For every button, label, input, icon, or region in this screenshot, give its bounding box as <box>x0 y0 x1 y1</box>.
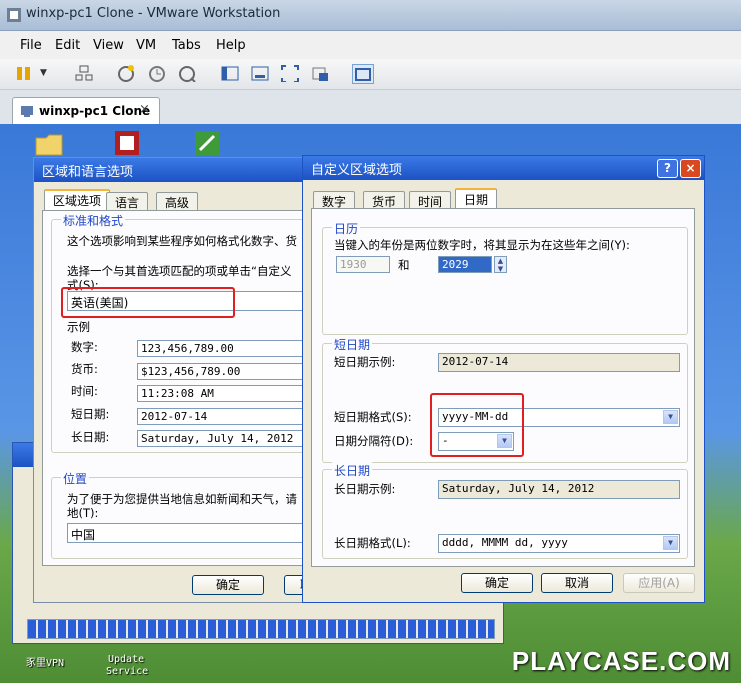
date-separator-label: 日期分隔符(D): <box>334 434 414 448</box>
regional-ok-button[interactable]: 确定 <box>192 575 264 595</box>
tab-label: winxp-pc1 Clone <box>39 104 151 118</box>
desktop-icon-label-vpn: 豕里VPN <box>26 658 65 669</box>
standards-prompt-1: 选择一个与其首选项匹配的项或单击“自定义 <box>67 264 292 278</box>
short-date-sample: 2012-07-14 <box>438 353 680 372</box>
regional-options-dialog: 区域和语言选项 区域选项 语言 高级 标准和格式 这个选项影响到某些程序如何格式… <box>33 157 335 603</box>
regional-dialog-title: 区域和语言选项 <box>42 165 134 180</box>
toolbar: ▼ <box>0 59 741 90</box>
menu-vm[interactable]: VM <box>136 38 156 53</box>
customize-dialog-title: 自定义区域选项 <box>311 163 403 178</box>
standards-desc: 这个选项影响到某些程序如何格式化数字、货 <box>67 234 297 248</box>
customize-options-dialog: 自定义区域选项 ? × 数字 货币 时间 日期 日历 当键入的年份是两位数字时，… <box>302 155 705 603</box>
tab-close-icon[interactable]: × <box>139 102 150 117</box>
customize-dialog-titlebar: 自定义区域选项 ? × <box>303 156 704 180</box>
menu-edit[interactable]: Edit <box>55 38 80 53</box>
calendar-and-label: 和 <box>398 258 410 272</box>
console-view-icon[interactable] <box>250 64 270 82</box>
sample-time-label: 时间: <box>71 384 98 398</box>
chevron-down-icon[interactable]: ▼ <box>663 410 678 424</box>
close-icon[interactable]: × <box>680 159 701 178</box>
location-desc-1: 为了便于为您提供当地信息如新闻和天气，请 <box>67 492 297 506</box>
vmware-logo-icon <box>7 8 21 22</box>
location-desc-2: 地(T): <box>67 506 99 520</box>
window-titlebar: winxp-pc1 Clone - VMware Workstation <box>0 0 741 31</box>
regional-panel: 标准和格式 这个选项影响到某些程序如何格式化数字、货 选择一个与其首选项匹配的项… <box>42 210 334 566</box>
tab-time[interactable]: 时间 <box>409 191 452 209</box>
app-shortcut-icon-2[interactable] <box>192 128 222 158</box>
unity-icon[interactable] <box>310 64 330 82</box>
thumbnail-view-icon[interactable] <box>352 64 374 84</box>
short-date-sample-label: 短日期示例: <box>334 355 396 369</box>
customize-ok-button[interactable]: 确定 <box>461 573 533 593</box>
short-date-group-title: 短日期 <box>332 336 373 353</box>
desktop-icon-label-update: Update <box>108 654 145 665</box>
progress-bar <box>27 619 495 639</box>
menu-help[interactable]: Help <box>216 38 246 53</box>
help-button[interactable]: ? <box>657 159 678 178</box>
network-icon[interactable] <box>74 64 94 82</box>
calendar-desc: 当键入的年份是两位数字时，将其显示为在这些年之间(Y): <box>334 238 630 252</box>
watermark: PLAYCASE.COM <box>511 646 731 676</box>
year-from-field: 1930 <box>336 256 390 273</box>
location-select[interactable]: 中国 <box>67 523 333 543</box>
tab-vm[interactable]: winxp-pc1 Clone × <box>12 97 160 125</box>
long-date-format-value: dddd, MMMM dd, yyyy <box>442 536 568 549</box>
fullscreen-icon[interactable] <box>280 64 300 82</box>
long-date-format-select[interactable]: dddd, MMMM dd, yyyy ▼ <box>438 534 680 553</box>
menu-bar: File Edit View VM Tabs Help <box>0 31 741 59</box>
regional-tabs: 区域选项 语言 高级 <box>44 189 334 212</box>
tab-date[interactable]: 日期 <box>455 188 498 209</box>
folder-icon[interactable] <box>34 128 64 158</box>
calendar-group-title: 日历 <box>332 220 361 237</box>
menu-view[interactable]: View <box>93 38 124 53</box>
sample-long-date-label: 长日期: <box>71 430 110 444</box>
app-shortcut-icon[interactable] <box>112 128 142 158</box>
snapshot-manager-icon[interactable] <box>177 64 197 82</box>
snapshot-take-icon[interactable] <box>116 64 136 82</box>
vm-icon <box>21 106 33 117</box>
tab-advanced[interactable]: 高级 <box>156 192 199 210</box>
regional-dialog-titlebar: 区域和语言选项 <box>34 158 334 182</box>
menu-file[interactable]: File <box>20 38 42 53</box>
highlight-box-format <box>61 287 235 318</box>
tab-numbers[interactable]: 数字 <box>313 191 356 209</box>
snapshot-revert-icon[interactable] <box>147 64 167 82</box>
sample-currency-label: 货币: <box>71 362 98 376</box>
sample-short-date-label: 短日期: <box>71 407 110 421</box>
sidebar-toggle-icon[interactable] <box>220 64 240 82</box>
year-spinner[interactable]: ▲ ▼ <box>494 256 507 273</box>
short-date-format-label: 短日期格式(S): <box>334 410 412 424</box>
chevron-down-icon[interactable]: ▼ <box>663 536 678 550</box>
date-panel: 日历 当键入的年份是两位数字时，将其显示为在这些年之间(Y): 1930 和 2… <box>311 208 695 567</box>
year-to-field[interactable]: 2029 <box>438 256 492 273</box>
tab-languages[interactable]: 语言 <box>106 192 149 210</box>
long-date-sample-label: 长日期示例: <box>334 482 396 496</box>
menu-tabs[interactable]: Tabs <box>172 38 201 53</box>
apply-button: 应用(A) <box>623 573 695 593</box>
desktop-icon-label-service: Service <box>106 666 149 677</box>
tab-regional-options[interactable]: 区域选项 <box>44 189 111 210</box>
pause-dropdown-icon[interactable]: ▼ <box>40 68 47 78</box>
window-title: winxp-pc1 Clone - VMware Workstation <box>26 6 281 21</box>
customize-cancel-button[interactable]: 取消 <box>541 573 613 593</box>
sample-number-label: 数字: <box>71 340 98 354</box>
samples-label: 示例 <box>67 320 90 334</box>
location-group-title: 位置 <box>61 470 90 487</box>
highlight-box-short-date <box>430 393 524 457</box>
long-date-format-label: 长日期格式(L): <box>334 536 411 550</box>
pause-icon[interactable] <box>14 64 34 82</box>
standards-group-title: 标准和格式 <box>61 212 126 229</box>
long-date-sample: Saturday, July 14, 2012 <box>438 480 680 499</box>
long-date-group-title: 长日期 <box>332 462 373 479</box>
tab-currency[interactable]: 货币 <box>363 191 406 209</box>
